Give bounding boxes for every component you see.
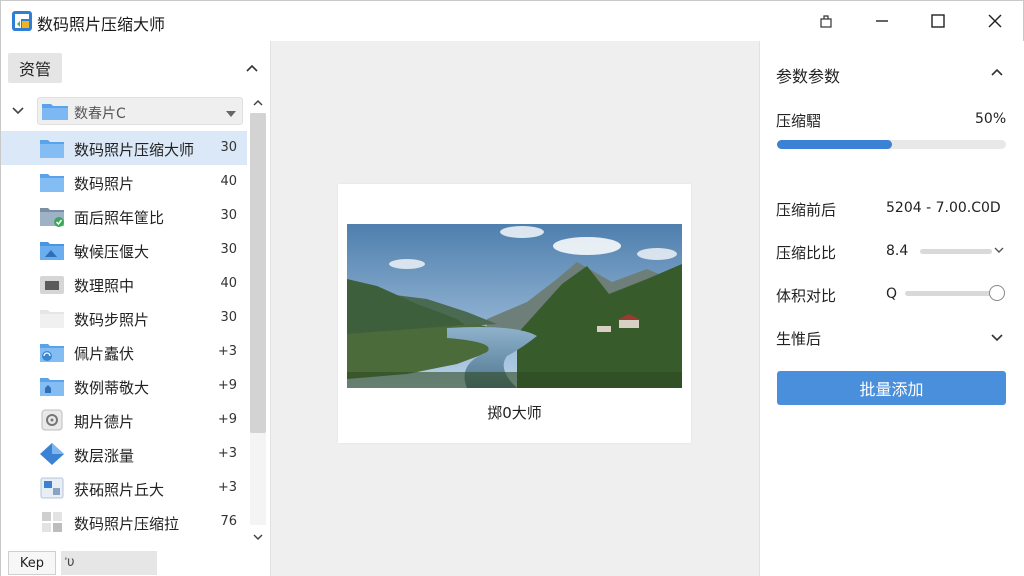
folder-home-icon [39, 375, 65, 397]
folder-item-label: 数理照中 [74, 277, 135, 295]
folder-gray-icon [39, 273, 65, 295]
folder-photo-icon [39, 239, 65, 261]
folder-item-count: 30 [220, 208, 237, 223]
volume-slider-track[interactable] [905, 291, 997, 296]
window-title: 数码照片压缩大师 [37, 15, 166, 34]
folder-select[interactable]: 数春片C [37, 97, 243, 125]
app-logo-icon [11, 10, 33, 32]
keep-button[interactable]: Kep [8, 551, 56, 575]
folder-list-item[interactable]: 敏候压偃大 30 [1, 233, 247, 267]
diamond-icon [39, 443, 65, 465]
folder-item-count: +3 [217, 344, 237, 359]
ratio-slider-track[interactable] [920, 249, 992, 254]
folder-item-label: 面后照年筐比 [74, 209, 165, 227]
folder-item-count: 40 [220, 174, 237, 189]
compression-value: 50% [975, 111, 1007, 127]
preview-caption: 掷0大师 [487, 404, 542, 422]
ratio-value: 8.4 [886, 243, 909, 259]
folder-item-label: 数例蒂敬大 [74, 379, 150, 397]
dropdown-arrow-icon [226, 106, 236, 122]
ratio-label: 压缩比比 [776, 244, 837, 262]
folder-item-label: 期片德片 [74, 413, 135, 431]
ratio-slider-arrow-icon[interactable] [993, 244, 1005, 260]
minimize-icon [876, 20, 888, 22]
chevron-down-icon[interactable] [989, 329, 1005, 349]
folder-item-count: 30 [220, 140, 237, 155]
left-bottom-bar: Kep ᡃυ [1, 547, 271, 576]
folder-sync-icon [39, 341, 65, 363]
title-bar: 数码照片压缩大师 [1, 1, 1023, 41]
pin-button[interactable] [798, 1, 854, 41]
preview-card[interactable]: 掷0大师 [338, 184, 691, 443]
folder-list-item[interactable]: 数码照片 40 [1, 165, 247, 199]
chevron-up-icon[interactable] [989, 65, 1005, 81]
puzzle-icon [39, 511, 65, 533]
close-button[interactable] [967, 1, 1023, 41]
folder-list-item[interactable]: 数理照中 40 [1, 267, 247, 301]
folder-list-item[interactable]: 数码步照片 30 [1, 301, 247, 335]
scroll-down-icon[interactable] [250, 529, 266, 545]
folder-check-icon [39, 205, 65, 227]
close-icon [988, 14, 1002, 28]
folder-select-value: 数春片C [74, 106, 126, 122]
settings-panel: 参数参数 压缩騽 50% 压缩前后 5204 - 7.00.C0D 压缩比比 8… [759, 41, 1024, 576]
app-window: 数码照片压缩大师 资管 数春片C 数码照片压缩大师 30 数码照片 40 面后照… [0, 0, 1024, 576]
left-panel: 资管 数春片C 数码照片压缩大师 30 数码照片 40 面后照年筐比 30 敏候压偃大 30 数… [1, 41, 271, 576]
before-after-value: 5204 - 7.00.C0D [886, 200, 1001, 216]
landscape-photo [347, 224, 682, 388]
folder-white-icon [39, 307, 65, 329]
preview-area: 掷0大师 [271, 41, 759, 576]
compression-progress-fill [777, 140, 892, 149]
volume-value: Q [886, 286, 898, 302]
folder-icon [39, 171, 65, 193]
pin-icon [820, 15, 832, 28]
folder-icon [41, 101, 69, 125]
folder-item-count: +9 [217, 412, 237, 427]
folder-list-item[interactable]: 面后照年筐比 30 [1, 199, 247, 233]
image-grid-icon [39, 477, 65, 499]
chevron-up-icon[interactable] [243, 59, 261, 77]
folder-item-label: 数码照片压缩大师 [74, 141, 195, 159]
folder-list-item[interactable]: 佩片蠹伏 +3 [1, 335, 247, 369]
assets-button[interactable]: 资管 [8, 53, 62, 83]
folder-list-item[interactable]: 数码照片压缩拉 76 [1, 505, 247, 539]
folder-item-count: +3 [217, 446, 237, 461]
volume-label: 体积对比 [776, 287, 837, 305]
folder-item-label: 数码步照片 [74, 311, 150, 329]
folder-list-item[interactable]: 数层涨量 +3 [1, 437, 247, 471]
folder-item-label: 获砳照片丘大 [74, 481, 165, 499]
settings-title: 参数参数 [776, 67, 841, 86]
chevron-down-icon[interactable] [10, 102, 26, 118]
bottom-input[interactable]: ᡃυ [61, 551, 157, 575]
folder-item-count: +3 [217, 480, 237, 495]
folder-list-item[interactable]: 期片德片 +9 [1, 403, 247, 437]
gear-box-icon [39, 409, 65, 431]
batch-add-button[interactable]: 批量添加 [777, 371, 1006, 405]
folder-item-count: 30 [220, 310, 237, 325]
folder-list-item[interactable]: 获砳照片丘大 +3 [1, 471, 247, 505]
folder-item-count: 30 [220, 242, 237, 257]
folder-item-label: 数码照片压缩拉 [74, 515, 180, 533]
scrollbar-thumb[interactable] [250, 113, 266, 433]
compression-label: 压缩騽 [776, 112, 822, 130]
minimize-button[interactable] [854, 1, 910, 41]
before-after-label: 压缩前后 [776, 201, 837, 219]
scroll-up-icon[interactable] [250, 95, 266, 111]
generate-label: 生惟后 [776, 330, 822, 348]
folder-list: 数码照片压缩大师 30 数码照片 40 面后照年筐比 30 敏候压偃大 30 数理照中 40 数码步… [1, 131, 247, 543]
volume-slider-knob[interactable] [989, 285, 1005, 301]
folder-list-item[interactable]: 数例蒂敬大 +9 [1, 369, 247, 403]
folder-item-count: 76 [220, 514, 237, 529]
folder-item-count: 40 [220, 276, 237, 291]
folder-icon [39, 137, 65, 159]
maximize-button[interactable] [910, 1, 966, 41]
folder-item-label: 数码照片 [74, 175, 135, 193]
maximize-icon [931, 14, 945, 28]
folder-item-label: 敏候压偃大 [74, 243, 150, 261]
folder-list-item[interactable]: 数码照片压缩大师 30 [1, 131, 247, 165]
folder-item-label: 佩片蠹伏 [74, 345, 135, 363]
folder-item-count: +9 [217, 378, 237, 393]
folder-item-label: 数层涨量 [74, 447, 135, 465]
